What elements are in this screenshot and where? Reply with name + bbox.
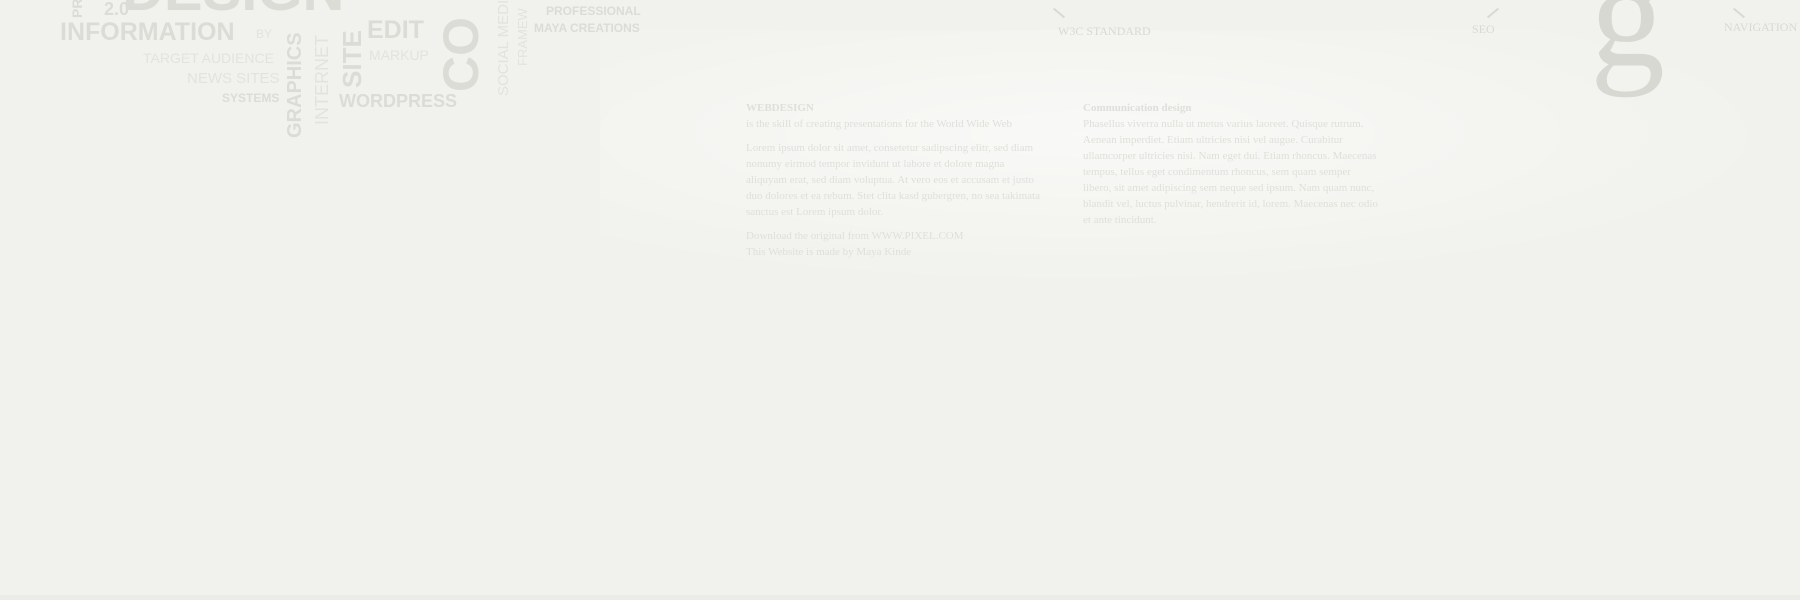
communication-design-title: Communication design xyxy=(1083,102,1192,114)
webdesign-title: WEBDESIGN xyxy=(746,102,814,114)
cloud-word-information: INFORMATION xyxy=(60,18,235,46)
cloud-word-co: CO xyxy=(433,17,489,92)
seo-marker-icon xyxy=(1486,7,1500,19)
cloud-word-site: SITE xyxy=(337,30,367,88)
communication-design-body: Phasellus viverra nulla ut metus varius … xyxy=(1083,118,1378,226)
cloud-word-markup: MARKUP xyxy=(369,47,429,63)
cloud-word-target-audience: TARGET AUDIENCE xyxy=(143,50,274,66)
communication-design-section: Communication design Phasellus viverra n… xyxy=(1083,100,1379,236)
word-cloud-logo: PR 2.0 DESIGN INFORMATION BY TARGET AUDI… xyxy=(0,0,660,150)
cloud-word-maya-creations: MAYA CREATIONS xyxy=(534,21,640,35)
bottom-border xyxy=(0,595,1800,600)
cloud-word-graphics: GRAPHICS xyxy=(284,32,306,138)
credit-text: This Website is made by Maya Kinde xyxy=(746,246,912,258)
cloud-word-wordpress: WORDPRESS xyxy=(339,91,458,111)
navigation-marker-icon xyxy=(1732,7,1746,19)
nav-seo[interactable]: SEO xyxy=(1472,22,1495,37)
cloud-word-framework: FRAMEW xyxy=(515,8,530,66)
cloud-word-systems: SYSTEMS xyxy=(222,91,280,105)
nav-w3c-standard[interactable]: W3C STANDARD xyxy=(1058,24,1151,39)
download-link[interactable]: Download the original from WWW.PIXEL.COM xyxy=(746,228,1046,244)
webdesign-body: Lorem ipsum dolor sit amet, consetetur s… xyxy=(746,142,1040,218)
webdesign-subtitle: is the skill of creating presentations f… xyxy=(746,118,1013,130)
w3c-standard-marker-icon xyxy=(1052,7,1066,19)
logo-glyph: g xyxy=(1590,0,1665,98)
webdesign-section: WEBDESIGN is the skill of creating prese… xyxy=(746,100,1046,260)
cloud-word-pr: PR xyxy=(69,0,85,18)
cloud-word-professional: PROFESSIONAL xyxy=(546,4,641,18)
nav-navigation[interactable]: NAVIGATION xyxy=(1724,20,1797,35)
cloud-word-design: DESIGN xyxy=(122,0,344,20)
cloud-word-news-sites: NEWS SITES xyxy=(187,70,280,87)
cloud-word-social-media: SOCIAL MEDIA xyxy=(495,0,512,96)
cloud-word-internet: INTERNET xyxy=(312,35,332,125)
cloud-word-by: BY xyxy=(256,27,273,41)
cloud-word-edit: EDIT xyxy=(367,16,424,44)
